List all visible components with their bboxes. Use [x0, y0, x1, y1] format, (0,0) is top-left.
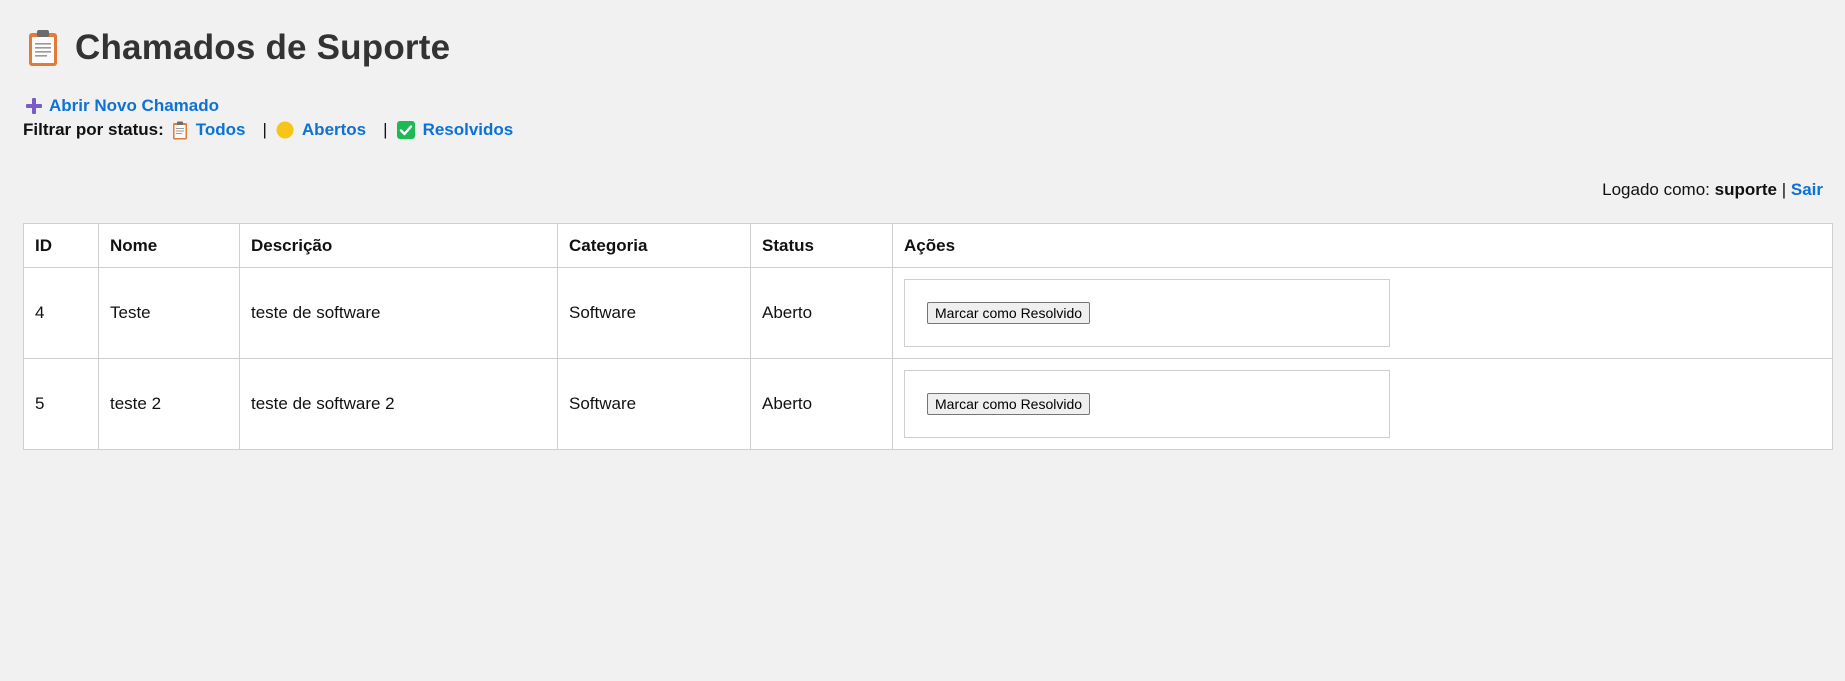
clipboard-icon	[172, 121, 188, 140]
cell-acoes: Marcar como Resolvido	[892, 267, 1833, 359]
filter-label: Filtrar por status:	[23, 120, 164, 139]
cell-descricao: teste de software	[239, 267, 558, 359]
check-box-icon	[396, 121, 415, 139]
cell-descricao: teste de software 2	[239, 358, 558, 450]
cell-status: Aberto	[750, 267, 893, 359]
filter-open-link[interactable]: Abertos	[276, 120, 366, 140]
filter-resolved-label: Resolvidos	[422, 120, 514, 139]
page-title: Chamados de Suporte	[75, 28, 451, 67]
table-row: 5 teste 2 teste de software 2 Software A…	[23, 358, 1833, 450]
status-filter: Filtrar por status: Todos | Abertos | Re…	[23, 120, 513, 140]
header-nome: Nome	[98, 223, 240, 268]
filter-all-link[interactable]: Todos	[172, 120, 246, 140]
filter-all-label: Todos	[195, 120, 246, 139]
filter-resolved-link[interactable]: Resolvidos	[396, 120, 514, 140]
filter-separator: |	[383, 120, 388, 139]
mark-resolved-button[interactable]: Marcar como Resolvido	[927, 302, 1091, 324]
cell-status: Aberto	[750, 358, 893, 450]
filter-open-label: Abertos	[301, 120, 367, 139]
session-info: Logado como: suporte | Sair	[1602, 180, 1823, 200]
cell-nome: Teste	[98, 267, 240, 359]
page-header: Chamados de Suporte	[27, 28, 450, 68]
cell-categoria: Software	[557, 267, 751, 359]
cell-id: 4	[23, 267, 99, 359]
session-separator: |	[1781, 180, 1787, 199]
action-form: Marcar como Resolvido	[904, 279, 1390, 347]
cell-nome: teste 2	[98, 358, 240, 450]
new-ticket-link[interactable]: Abrir Novo Chamado	[25, 96, 219, 116]
header-status: Status	[750, 223, 893, 268]
yellow-circle-icon	[276, 121, 294, 139]
cell-categoria: Software	[557, 358, 751, 450]
tickets-table: ID Nome Descrição Categoria Status Ações…	[23, 223, 1833, 450]
new-ticket-label: Abrir Novo Chamado	[49, 96, 220, 115]
cell-id: 5	[23, 358, 99, 450]
header-categoria: Categoria	[557, 223, 751, 268]
header-acoes: Ações	[892, 223, 1833, 268]
table-row: 4 Teste teste de software Software Abert…	[23, 267, 1833, 359]
clipboard-icon	[27, 29, 59, 67]
header-descricao: Descrição	[239, 223, 558, 268]
plus-icon	[25, 97, 43, 115]
action-form: Marcar como Resolvido	[904, 370, 1390, 438]
filter-separator: |	[262, 120, 267, 139]
mark-resolved-button[interactable]: Marcar como Resolvido	[927, 393, 1091, 415]
table-header-row: ID Nome Descrição Categoria Status Ações	[23, 223, 1833, 268]
support-tickets-page: Chamados de Suporte Abrir Novo Chamado F…	[0, 0, 1845, 681]
logged-username: suporte	[1714, 180, 1777, 199]
logged-prefix: Logado como:	[1602, 180, 1710, 199]
cell-acoes: Marcar como Resolvido	[892, 358, 1833, 450]
logout-link[interactable]: Sair	[1791, 180, 1823, 199]
header-id: ID	[23, 223, 99, 268]
